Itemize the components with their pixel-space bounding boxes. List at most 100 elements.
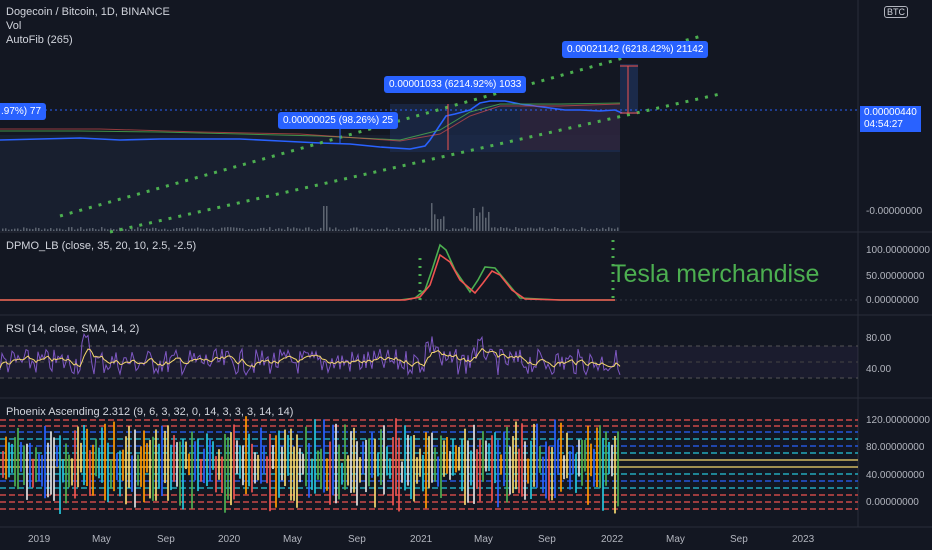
phoenix-bar bbox=[206, 433, 208, 487]
volume-bar bbox=[431, 203, 433, 231]
phoenix-bar bbox=[245, 416, 247, 495]
measure-label[interactable]: 0.00000025 (98.26%) 25 bbox=[278, 112, 399, 129]
volume-bar bbox=[611, 228, 613, 231]
axis-tick: 0.00000000 bbox=[866, 295, 919, 306]
volume-bar bbox=[581, 227, 583, 231]
phoenix-bar bbox=[140, 446, 142, 487]
volume-bar bbox=[539, 227, 541, 231]
volume-bar bbox=[50, 227, 52, 231]
phoenix-bar bbox=[380, 429, 382, 486]
phoenix-bar bbox=[608, 441, 610, 475]
phoenix-bar bbox=[515, 421, 517, 490]
phoenix-bar bbox=[287, 434, 289, 476]
volume-bar bbox=[536, 228, 538, 231]
volume-bar bbox=[275, 228, 277, 231]
phoenix-bar bbox=[602, 437, 604, 511]
volume-bar bbox=[89, 228, 91, 231]
axis-tick: 40.00 bbox=[866, 364, 892, 375]
tesla-note[interactable]: Tesla merchandise bbox=[611, 260, 819, 289]
phoenix-bar bbox=[584, 439, 586, 472]
volume-bar bbox=[350, 228, 352, 231]
phoenix-bar bbox=[2, 450, 4, 478]
phoenix-bar bbox=[77, 426, 79, 488]
volume-bar bbox=[404, 228, 406, 231]
axis-tick: 80.00 bbox=[866, 333, 892, 344]
phoenix-bar bbox=[329, 441, 331, 505]
phoenix-bar bbox=[464, 428, 466, 505]
volume-bar bbox=[74, 229, 76, 231]
phoenix-bar bbox=[470, 450, 472, 486]
measure-zone bbox=[620, 64, 638, 114]
currency-badge[interactable]: BTC bbox=[884, 6, 908, 18]
volume-bar bbox=[236, 227, 238, 231]
volume-bar bbox=[11, 229, 13, 231]
volume-bar bbox=[563, 227, 565, 231]
volume-bar bbox=[341, 229, 343, 231]
volume-bar bbox=[296, 228, 298, 231]
volume-bar bbox=[26, 228, 28, 231]
phoenix-bar bbox=[461, 439, 463, 492]
phoenix-bar bbox=[128, 426, 130, 488]
phoenix-bar bbox=[50, 431, 52, 495]
volume-bar bbox=[314, 229, 316, 231]
volume-bar bbox=[425, 227, 427, 231]
volume-bar bbox=[263, 227, 265, 231]
phoenix-bar bbox=[278, 430, 280, 498]
phoenix-bar bbox=[269, 433, 271, 512]
volume-bar bbox=[587, 229, 589, 231]
dpmo-line-red bbox=[0, 253, 615, 301]
vol-legend[interactable]: Vol bbox=[6, 20, 21, 32]
phoenix-bar bbox=[356, 441, 358, 506]
phoenix-bar bbox=[401, 461, 403, 483]
volume-bar bbox=[554, 227, 556, 231]
dpmo-title[interactable]: DPMO_LB (close, 35, 20, 10, 2.5, -2.5) bbox=[6, 240, 196, 252]
phoenix-bar bbox=[338, 444, 340, 500]
measure-label[interactable]: 0.00001033 (6214.92%) 1033 bbox=[384, 76, 527, 93]
phoenix-bar bbox=[41, 454, 43, 487]
volume-bar bbox=[386, 227, 388, 231]
phoenix-bar bbox=[32, 458, 34, 488]
volume-bar bbox=[512, 229, 514, 231]
phoenix-bar bbox=[362, 441, 364, 475]
volume-bar bbox=[329, 227, 331, 231]
volume-bar bbox=[371, 228, 373, 231]
volume-bar bbox=[506, 227, 508, 231]
volume-bar bbox=[5, 228, 7, 231]
volume-bar bbox=[95, 229, 97, 231]
volume-bar bbox=[47, 229, 49, 231]
phoenix-bar bbox=[575, 453, 577, 493]
volume-bar bbox=[596, 228, 598, 231]
price-tag[interactable]: 0.00000440 04:54:27 bbox=[860, 106, 921, 132]
phoenix-bar bbox=[467, 440, 469, 503]
phoenix-bar bbox=[581, 439, 583, 486]
phoenix-bar bbox=[74, 430, 76, 499]
rsi-title[interactable]: RSI (14, close, SMA, 14, 2) bbox=[6, 323, 139, 335]
phoenix-bar bbox=[248, 433, 250, 487]
phoenix-bar bbox=[551, 447, 553, 501]
volume-bar bbox=[422, 228, 424, 231]
volume-bar bbox=[521, 228, 523, 231]
volume-bar bbox=[485, 217, 487, 231]
phoenix-bar bbox=[395, 418, 397, 496]
phoenix-bar bbox=[101, 427, 103, 483]
symbol-title[interactable]: Dogecoin / Bitcoin, 1D, BINANCE bbox=[6, 6, 170, 18]
volume-bar bbox=[260, 227, 262, 231]
volume-bar bbox=[437, 219, 439, 231]
measure-label[interactable]: .97%) 77 bbox=[0, 103, 47, 120]
autofib-legend[interactable]: AutoFib (265) bbox=[6, 34, 73, 46]
volume-bar bbox=[161, 229, 163, 231]
phoenix-bar bbox=[92, 444, 94, 496]
phoenix-bar bbox=[440, 435, 442, 499]
phoenix-bar bbox=[14, 437, 16, 487]
volume-bar bbox=[8, 229, 10, 231]
volume-bar bbox=[92, 227, 94, 231]
volume-bar bbox=[77, 228, 79, 231]
phoenix-bar bbox=[113, 421, 115, 492]
phoenix-title[interactable]: Phoenix Ascending 2.312 (9, 6, 3, 32, 0,… bbox=[6, 406, 293, 418]
measure-label[interactable]: 0.00021142 (6218.42%) 21142 bbox=[562, 41, 709, 58]
volume-bar bbox=[593, 229, 595, 231]
phoenix-bar bbox=[200, 458, 202, 482]
phoenix-bar bbox=[302, 453, 304, 475]
volume-bar bbox=[173, 228, 175, 231]
volume-bar bbox=[269, 227, 271, 231]
